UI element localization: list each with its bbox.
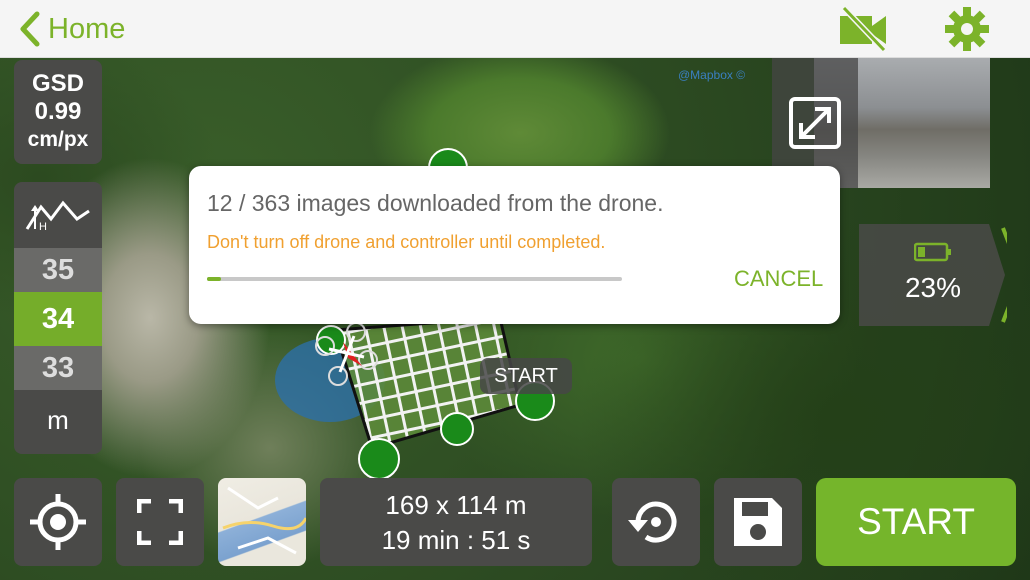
locate-button[interactable]	[14, 478, 102, 566]
download-progress-bar	[207, 277, 622, 281]
battery-panel[interactable]: 23%	[859, 224, 1007, 326]
map-style-button[interactable]	[218, 478, 306, 566]
battery-icon	[914, 242, 951, 262]
terrain-height-icon: H	[25, 200, 90, 233]
expand-icon	[789, 97, 841, 149]
waypoint-handle[interactable]	[440, 412, 474, 446]
gsd-value: 0.99	[34, 98, 82, 125]
fullscreen-icon	[137, 499, 183, 545]
download-progress-fill	[207, 277, 221, 281]
altitude-selector[interactable]: H 35 34 33 m	[14, 182, 102, 454]
save-button[interactable]	[714, 478, 802, 566]
battery-level: 23%	[904, 272, 962, 303]
save-icon	[734, 498, 782, 546]
download-dialog: 12 / 363 images downloaded from the dron…	[189, 166, 840, 324]
map-thumbnail-icon	[222, 486, 306, 555]
rotate-reset-icon	[628, 501, 677, 543]
fit-view-button[interactable]	[116, 478, 204, 566]
altitude-header: H	[14, 182, 102, 248]
plan-dimensions: 169 x 114 m	[385, 490, 527, 520]
altitude-option[interactable]: 35	[14, 248, 102, 292]
cancel-button[interactable]: CANCEL	[734, 266, 823, 292]
svg-text:H: H	[39, 221, 47, 233]
start-point-label: START	[480, 358, 572, 394]
reset-button[interactable]	[612, 478, 700, 566]
plan-summary: 169 x 114 m 19 min : 51 s	[320, 478, 592, 566]
altitude-unit: m	[47, 405, 69, 435]
download-message: 12 / 363 images downloaded from the dron…	[207, 190, 664, 216]
start-button[interactable]: START	[816, 478, 1016, 566]
plan-duration: 19 min : 51 s	[381, 525, 531, 555]
altitude-option-selected[interactable]: 34	[14, 292, 102, 346]
gsd-panel: GSD 0.99 cm/px	[14, 60, 102, 164]
gsd-unit: cm/px	[27, 128, 89, 151]
crosshair-icon	[30, 494, 86, 550]
altitude-option[interactable]: 33	[14, 346, 102, 390]
download-warning: Don't turn off drone and controller unti…	[207, 232, 606, 252]
waypoint-handle[interactable]	[358, 438, 400, 480]
gsd-label: GSD	[31, 70, 84, 97]
